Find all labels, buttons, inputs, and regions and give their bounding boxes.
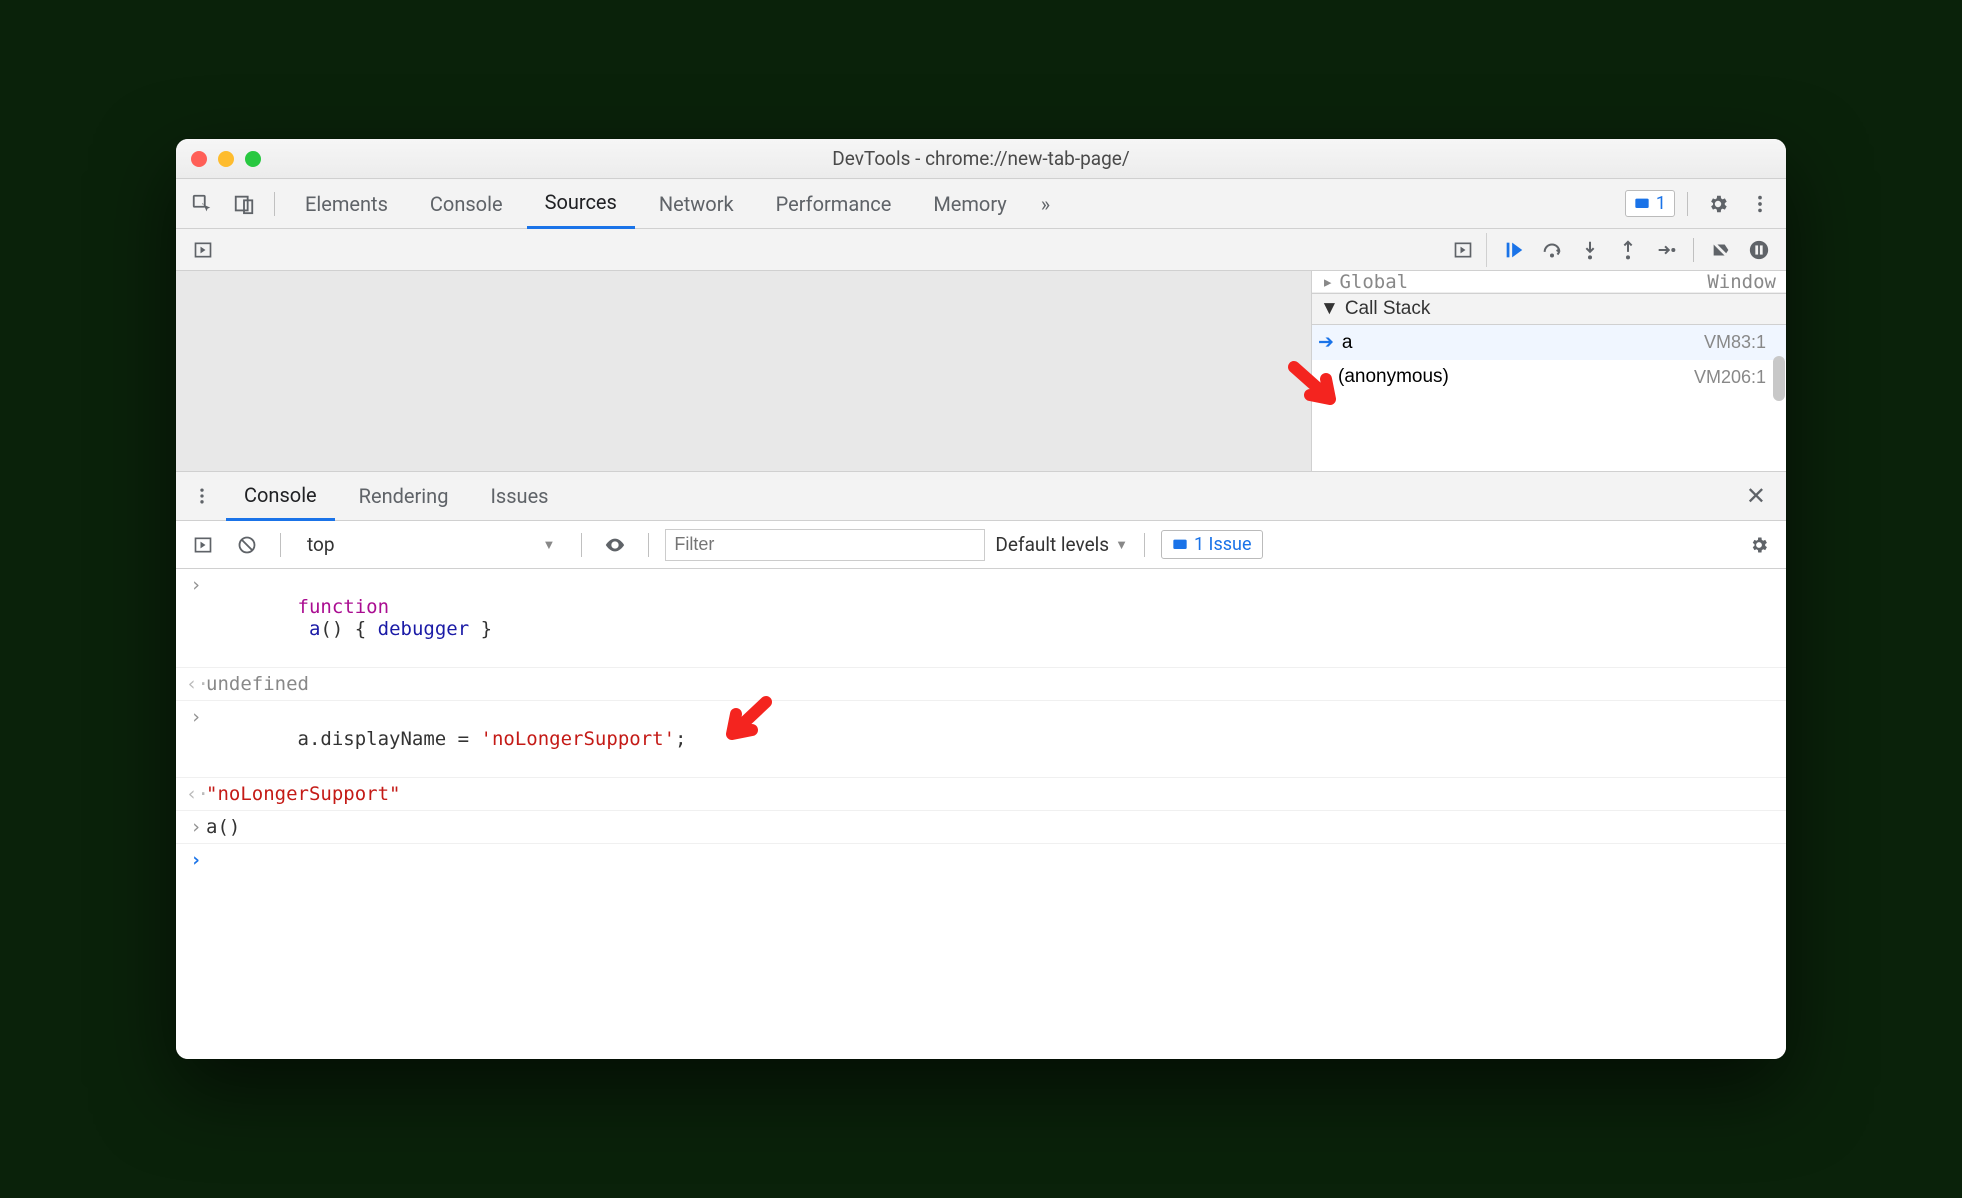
- resume-script-icon[interactable]: [1497, 233, 1531, 267]
- window-title: DevTools - chrome://new-tab-page/: [176, 147, 1786, 170]
- scope-value: Window: [1707, 271, 1776, 293]
- scrollbar-thumb[interactable]: [1773, 356, 1785, 401]
- device-toolbar-icon[interactable]: [226, 186, 262, 222]
- drawer-tab-console[interactable]: Console: [226, 471, 335, 521]
- frame-name: a: [1342, 332, 1353, 354]
- tab-memory[interactable]: Memory: [915, 179, 1024, 229]
- annotation-arrow-icon: [716, 694, 776, 754]
- dropdown-triangle-icon: ▼: [1115, 537, 1128, 553]
- current-frame-arrow-icon: ➔: [1318, 331, 1334, 354]
- clear-console-icon[interactable]: [230, 528, 264, 562]
- console-body[interactable]: › function a() { debugger } ‹· undefined…: [176, 569, 1786, 1059]
- debugger-sidebar: ▸ Global Window ▼ Call Stack ➔ a VM83:1 …: [1311, 271, 1786, 471]
- step-icon[interactable]: [1649, 233, 1683, 267]
- code-text: ;: [675, 728, 686, 750]
- dropdown-triangle-icon: ▼: [543, 537, 556, 553]
- keyword: function: [298, 596, 390, 618]
- titlebar: DevTools - chrome://new-tab-page/: [176, 139, 1786, 179]
- log-levels-selector[interactable]: Default levels ▼: [995, 533, 1128, 556]
- console-output-line: ‹· "noLongerSupport": [176, 778, 1786, 811]
- string-literal: 'noLongerSupport': [481, 728, 675, 750]
- call-stack-frame-anonymous[interactable]: (anonymous) VM206:1: [1312, 360, 1786, 394]
- input-prompt-icon: ›: [186, 574, 206, 596]
- settings-gear-icon[interactable]: [1700, 186, 1736, 222]
- console-active-prompt[interactable]: ›: [176, 844, 1786, 876]
- divider: [1687, 192, 1688, 216]
- console-output-line: ‹· undefined: [176, 668, 1786, 701]
- call-stack-label: Call Stack: [1345, 298, 1431, 320]
- filter-input[interactable]: [665, 529, 985, 561]
- scope-row-global[interactable]: ▸ Global Window: [1312, 271, 1786, 293]
- input-prompt-icon: ›: [186, 816, 206, 838]
- kebab-menu-icon[interactable]: [1742, 186, 1778, 222]
- devtools-window: DevTools - chrome://new-tab-page/ Elemen…: [176, 139, 1786, 1059]
- code-text: a(): [206, 816, 240, 838]
- tabs-overflow[interactable]: »: [1031, 179, 1060, 229]
- console-toolbar: top ▼ Default levels ▼ 1 Issue: [176, 521, 1786, 569]
- function-name: a: [309, 618, 320, 640]
- tab-sources[interactable]: Sources: [527, 179, 635, 229]
- show-debugger-icon[interactable]: [1446, 233, 1480, 267]
- code-text: }: [469, 618, 492, 640]
- annotation-arrow-icon: [1286, 359, 1346, 419]
- console-input-line: › a(): [176, 811, 1786, 844]
- call-stack-header[interactable]: ▼ Call Stack: [1312, 293, 1786, 325]
- frame-location: VM206:1: [1694, 367, 1778, 388]
- tab-network[interactable]: Network: [641, 179, 752, 229]
- drawer-kebab-icon[interactable]: [184, 478, 220, 514]
- drawer-close-icon[interactable]: ✕: [1734, 482, 1778, 510]
- frame-name: (anonymous): [1338, 366, 1449, 388]
- main-tabs: Elements Console Sources Network Perform…: [176, 179, 1786, 229]
- tab-console[interactable]: Console: [412, 179, 521, 229]
- console-input-line: › a.displayName = 'noLongerSupport';: [176, 701, 1786, 778]
- step-out-icon[interactable]: [1611, 233, 1645, 267]
- divider: [581, 533, 582, 557]
- drawer-tab-issues[interactable]: Issues: [472, 471, 566, 521]
- active-prompt-icon: ›: [186, 849, 206, 871]
- pause-on-exceptions-icon[interactable]: [1742, 233, 1776, 267]
- sources-toolbar: [176, 229, 1786, 271]
- context-selector[interactable]: top ▼: [297, 528, 565, 562]
- frame-location: VM83:1: [1704, 332, 1778, 353]
- drawer-tab-rendering[interactable]: Rendering: [341, 471, 467, 521]
- debugger-keyword: debugger: [378, 618, 470, 640]
- drawer-tabs: Console Rendering Issues ✕: [176, 471, 1786, 521]
- divider: [1144, 533, 1145, 557]
- code-text: () {: [320, 618, 377, 640]
- undefined-output: undefined: [206, 673, 309, 695]
- source-editor-area[interactable]: [176, 271, 1311, 471]
- issues-count: 1: [1656, 193, 1666, 214]
- step-into-icon[interactable]: [1573, 233, 1607, 267]
- output-prompt-icon: ‹·: [186, 783, 206, 805]
- console-input-line: › function a() { debugger }: [176, 569, 1786, 668]
- show-navigator-icon[interactable]: [186, 233, 220, 267]
- issues-pill[interactable]: 1 Issue: [1161, 530, 1263, 559]
- step-over-icon[interactable]: [1535, 233, 1569, 267]
- scope-label: Global: [1339, 271, 1408, 293]
- inspect-element-icon[interactable]: [184, 186, 220, 222]
- deactivate-breakpoints-icon[interactable]: [1704, 233, 1738, 267]
- divider: [274, 192, 275, 216]
- issues-counter[interactable]: 1: [1625, 190, 1675, 217]
- output-prompt-icon: ‹·: [186, 673, 206, 695]
- issues-pill-label: 1 Issue: [1194, 534, 1252, 555]
- string-output: "noLongerSupport": [206, 783, 400, 805]
- call-stack-frame-a[interactable]: ➔ a VM83:1: [1312, 325, 1786, 360]
- console-settings-gear-icon[interactable]: [1742, 528, 1776, 562]
- tab-performance[interactable]: Performance: [758, 179, 910, 229]
- tab-elements[interactable]: Elements: [287, 179, 406, 229]
- context-label: top: [307, 533, 335, 556]
- divider: [648, 533, 649, 557]
- levels-label: Default levels: [995, 533, 1109, 556]
- input-prompt-icon: ›: [186, 706, 206, 728]
- divider: [1693, 238, 1694, 262]
- sources-main: ▸ Global Window ▼ Call Stack ➔ a VM83:1 …: [176, 271, 1786, 471]
- live-expression-eye-icon[interactable]: [598, 528, 632, 562]
- divider: [280, 533, 281, 557]
- code-text: a.displayName =: [298, 728, 481, 750]
- console-sidebar-toggle-icon[interactable]: [186, 528, 220, 562]
